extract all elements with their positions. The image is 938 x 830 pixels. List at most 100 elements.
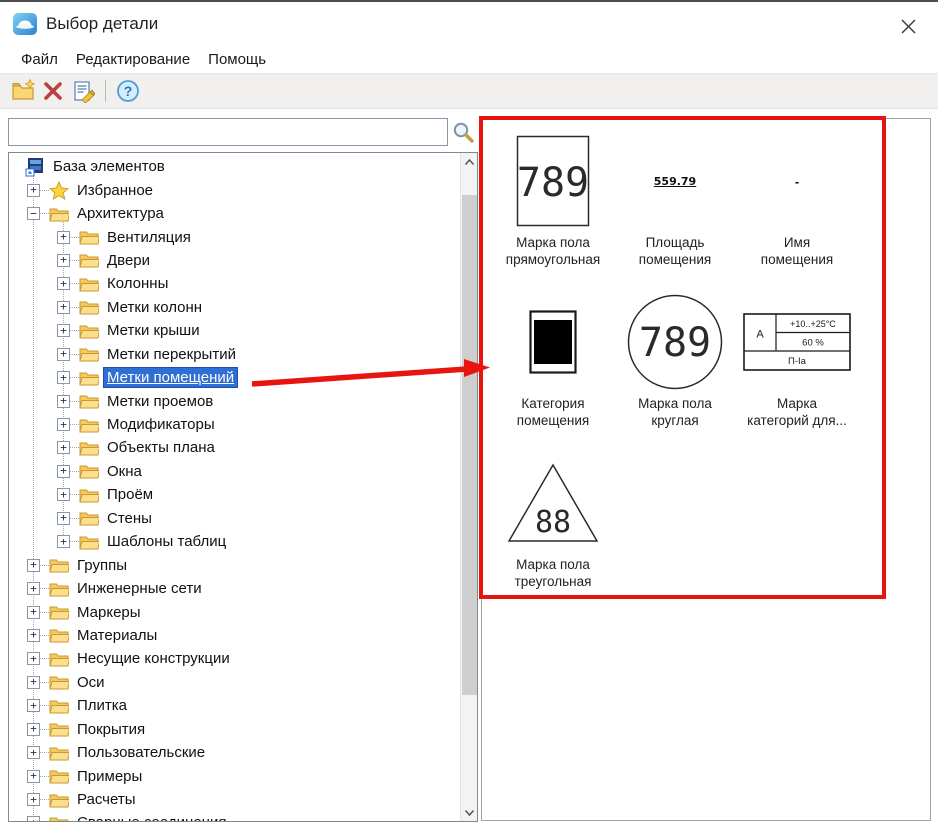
detail-item-4[interactable]: 789Марка полакруглая: [614, 292, 736, 453]
expand-icon[interactable]: +: [57, 231, 70, 244]
expand-icon[interactable]: +: [27, 816, 40, 822]
tree-scrollbar[interactable]: [460, 153, 477, 821]
tree-item-26[interactable]: +Примеры: [9, 764, 459, 787]
search-icon[interactable]: [451, 120, 475, 144]
detail-item-3[interactable]: Категорияпомещения: [492, 292, 614, 453]
expand-icon[interactable]: +: [57, 348, 70, 361]
tree-item-23[interactable]: +Плитка: [9, 694, 459, 717]
new-folder-button[interactable]: [8, 76, 38, 106]
tree-item-24[interactable]: +Покрытия: [9, 718, 459, 741]
tree-item-11[interactable]: +Модификаторы: [9, 413, 459, 436]
expand-icon[interactable]: +: [27, 676, 40, 689]
tree-item-22[interactable]: +Оси: [9, 671, 459, 694]
tree-item-19[interactable]: +Маркеры: [9, 600, 459, 623]
tree-item-4[interactable]: +Двери: [9, 249, 459, 272]
folder-icon: [79, 274, 99, 294]
tree-item-17[interactable]: +Группы: [9, 553, 459, 576]
tree-item-label: Метки колонн: [104, 298, 205, 317]
expand-icon[interactable]: +: [57, 371, 70, 384]
expand-icon[interactable]: +: [27, 699, 40, 712]
tree-item-6[interactable]: + Метки колонн: [9, 296, 459, 319]
detail-label: Марка полатреугольная: [515, 556, 592, 590]
expand-icon[interactable]: +: [27, 793, 40, 806]
menu-help[interactable]: Помощь: [199, 49, 275, 70]
tree-item-label: Инженерные сети: [74, 579, 205, 598]
tree-connector: [70, 330, 79, 331]
expand-icon[interactable]: +: [57, 535, 70, 548]
tree-item-18[interactable]: + Инженерные сети: [9, 577, 459, 600]
tree-item-27[interactable]: +Расчеты: [9, 788, 459, 811]
expand-icon[interactable]: +: [57, 441, 70, 454]
expand-icon[interactable]: +: [27, 606, 40, 619]
tree-item-28[interactable]: +Сварные соединения: [9, 811, 459, 822]
detail-item-1[interactable]: 559.79Площадьпомещения: [614, 131, 736, 292]
folder-icon: [49, 672, 69, 692]
tree-item-0[interactable]: База элементов: [9, 155, 459, 178]
tree-item-1[interactable]: +Избранное: [9, 178, 459, 201]
expand-icon[interactable]: +: [57, 465, 70, 478]
tree-item-21[interactable]: +Несущие конструкции: [9, 647, 459, 670]
menu-file[interactable]: Файл: [12, 49, 67, 70]
tree-item-10[interactable]: +Метки проемов: [9, 389, 459, 412]
tree-item-15[interactable]: +Стены: [9, 507, 459, 530]
expand-icon[interactable]: +: [27, 629, 40, 642]
tree-item-5[interactable]: +Колонны: [9, 272, 459, 295]
help-button[interactable]: ?: [113, 76, 143, 106]
expand-icon[interactable]: +: [27, 559, 40, 572]
tree-connector: [40, 682, 49, 683]
delete-button[interactable]: [38, 76, 68, 106]
tree-item-14[interactable]: +Проём: [9, 483, 459, 506]
expand-icon[interactable]: +: [57, 512, 70, 525]
tree-item-25[interactable]: +Пользовательские: [9, 741, 459, 764]
detail-item-5[interactable]: А+10..+25°C60 %П-IаМаркакатегорий для...: [736, 292, 858, 453]
dialog-window: Выбор детали Файл Редактирование Помощь: [0, 0, 938, 830]
tree-item-8[interactable]: +Метки перекрытий: [9, 343, 459, 366]
expand-icon[interactable]: +: [57, 301, 70, 314]
scrollbar-thumb[interactable]: [462, 195, 477, 695]
tree-item-2[interactable]: −Архитектура: [9, 202, 459, 225]
expand-icon[interactable]: +: [57, 324, 70, 337]
menu-edit[interactable]: Редактирование: [67, 49, 199, 70]
tree-item-16[interactable]: +Шаблоны таблиц: [9, 530, 459, 553]
detail-item-2[interactable]: -Имяпомещения: [736, 131, 858, 292]
close-button[interactable]: [894, 12, 922, 40]
expand-icon[interactable]: +: [27, 723, 40, 736]
details-panel: 789Марка полапрямоугольная559.79Площадьп…: [481, 118, 931, 821]
scroll-down-button[interactable]: [461, 804, 478, 821]
expand-icon[interactable]: +: [57, 488, 70, 501]
tree-item-7[interactable]: +Метки крыши: [9, 319, 459, 342]
floor-mark-triangle-icon: 88: [506, 462, 600, 544]
tree-connector: [70, 307, 79, 308]
expand-icon[interactable]: +: [27, 746, 40, 759]
expand-icon[interactable]: +: [27, 184, 40, 197]
edit-button[interactable]: [68, 76, 98, 106]
folder-icon: [49, 719, 69, 739]
folder-icon: [49, 815, 69, 822]
collapse-icon[interactable]: −: [27, 207, 40, 220]
tree-item-20[interactable]: +Материалы: [9, 624, 459, 647]
room-category-icon: [529, 310, 577, 374]
folder-icon: [79, 368, 99, 388]
folder-icon: [79, 487, 99, 503]
tree-connector: [70, 377, 79, 378]
expand-icon[interactable]: +: [57, 254, 70, 267]
expand-icon[interactable]: +: [27, 652, 40, 665]
folder-icon: [79, 276, 99, 292]
search-input[interactable]: [8, 118, 448, 146]
detail-item-0[interactable]: 789Марка полапрямоугольная: [492, 131, 614, 292]
expand-icon[interactable]: +: [27, 582, 40, 595]
expand-icon[interactable]: +: [57, 418, 70, 431]
detail-item-6[interactable]: 88 Марка полатреугольная: [492, 453, 614, 614]
folder-icon: [79, 297, 99, 317]
folder-icon: [79, 393, 99, 409]
expand-icon[interactable]: +: [57, 395, 70, 408]
tree-item-13[interactable]: +Окна: [9, 460, 459, 483]
app-icon: [12, 11, 38, 37]
tree-item-3[interactable]: +Вентиляция: [9, 225, 459, 248]
tree-item-label: База элементов: [50, 157, 168, 176]
expand-icon[interactable]: +: [27, 770, 40, 783]
tree-item-9[interactable]: +Метки помещений: [9, 366, 459, 389]
expand-icon[interactable]: +: [57, 277, 70, 290]
tree-item-12[interactable]: +Объекты плана: [9, 436, 459, 459]
scroll-up-button[interactable]: [461, 153, 478, 170]
